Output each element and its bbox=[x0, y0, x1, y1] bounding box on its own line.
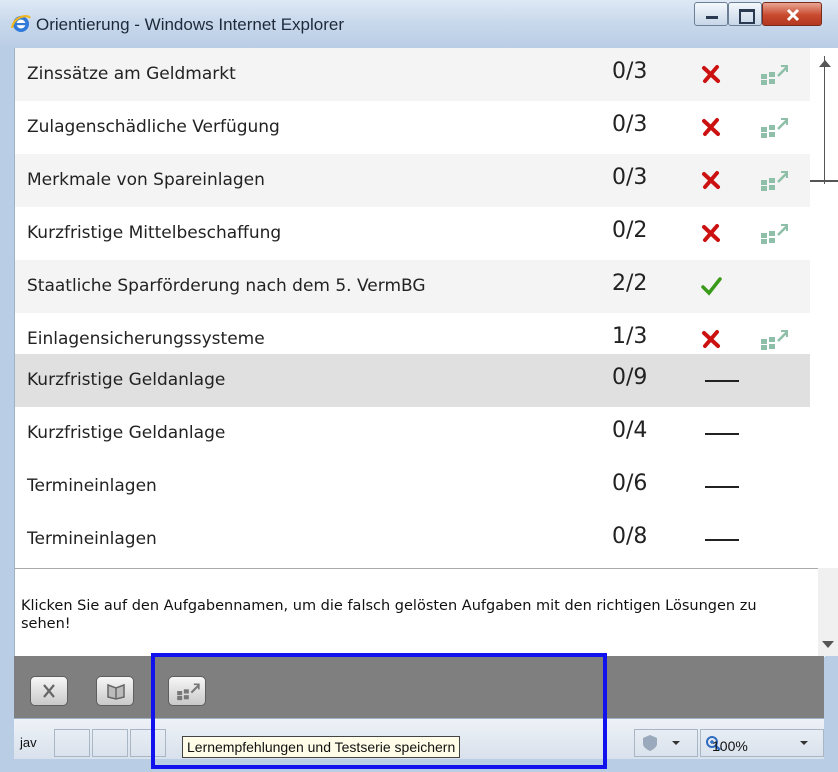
wrong-icon bbox=[702, 330, 720, 348]
close-icon bbox=[786, 8, 800, 22]
task-score: 0/3 bbox=[612, 59, 648, 84]
result-row[interactable]: Kurzfristige Geldanlage 0/9 bbox=[15, 354, 811, 407]
chevron-down-icon bbox=[672, 741, 680, 745]
task-name[interactable]: Kurzfristige Geldanlage bbox=[27, 370, 225, 390]
minimize-button[interactable] bbox=[694, 2, 728, 26]
results-scrollbar[interactable] bbox=[810, 48, 838, 568]
wrong-icon bbox=[702, 224, 720, 242]
task-name[interactable]: Staatliche Sparförderung nach dem 5. Ver… bbox=[27, 276, 426, 296]
scroll-thumb[interactable] bbox=[810, 180, 838, 182]
result-row[interactable]: Kurzfristige Mittelbeschaffung 0/2 bbox=[15, 207, 811, 260]
save-recommendation-button[interactable] bbox=[168, 676, 206, 706]
internet-explorer-icon bbox=[10, 15, 31, 32]
recommendation-icon[interactable] bbox=[759, 62, 789, 86]
result-row[interactable]: Termineinlagen 0/8 bbox=[15, 513, 811, 566]
zoom-level[interactable]: 100% bbox=[712, 738, 748, 754]
status-panel bbox=[130, 729, 166, 757]
result-row[interactable]: Staatliche Sparförderung nach dem 5. Ver… bbox=[15, 260, 811, 313]
recommendation-icon[interactable] bbox=[759, 115, 789, 139]
result-row[interactable]: Kurzfristige Geldanlage 0/4 bbox=[15, 407, 811, 460]
close-icon bbox=[43, 684, 55, 698]
maximize-button[interactable] bbox=[728, 2, 762, 26]
security-zone-panel[interactable] bbox=[634, 729, 698, 757]
wrong-icon bbox=[702, 118, 720, 136]
title-bar: Orientierung - Windows Internet Explorer bbox=[0, 0, 838, 49]
recommendation-icon[interactable] bbox=[759, 168, 789, 192]
task-score: 1/3 bbox=[612, 324, 648, 349]
recommendation-icon bbox=[177, 683, 200, 701]
status-panel bbox=[54, 729, 90, 757]
task-name[interactable]: Merkmale von Spareinlagen bbox=[27, 170, 265, 190]
result-row[interactable]: Merkmale von Spareinlagen 0/3 bbox=[15, 154, 811, 207]
info-scrollbar[interactable] bbox=[818, 568, 838, 656]
results-list: Zinssätze am Geldmarkt 0/3 Zulagenschädl… bbox=[14, 48, 825, 568]
info-text: Klicken Sie auf den Aufgabennamen, um di… bbox=[21, 598, 757, 632]
action-toolbar bbox=[14, 656, 824, 718]
task-name[interactable]: Termineinlagen bbox=[27, 529, 157, 549]
status-text: jav bbox=[20, 735, 37, 750]
task-score: 0/8 bbox=[612, 524, 648, 549]
task-name[interactable]: Termineinlagen bbox=[27, 476, 157, 496]
book-icon bbox=[107, 683, 125, 700]
scroll-up-arrow-icon[interactable] bbox=[818, 58, 832, 68]
task-score: 0/3 bbox=[612, 165, 648, 190]
dash-icon bbox=[705, 433, 739, 435]
close-window-button[interactable] bbox=[762, 2, 822, 26]
wrong-icon bbox=[702, 171, 720, 189]
task-score: 0/9 bbox=[612, 365, 648, 390]
task-score: 0/4 bbox=[612, 418, 648, 443]
task-name[interactable]: Zinssätze am Geldmarkt bbox=[27, 64, 236, 84]
dash-icon bbox=[705, 539, 739, 541]
dash-icon bbox=[705, 380, 739, 382]
recommendation-icon[interactable] bbox=[759, 221, 789, 245]
recommendation-icon[interactable] bbox=[759, 327, 789, 351]
task-score: 0/2 bbox=[612, 218, 648, 243]
chevron-down-icon bbox=[800, 741, 808, 745]
task-name[interactable]: Einlagensicherungssysteme bbox=[27, 329, 265, 349]
close-button[interactable] bbox=[30, 676, 68, 706]
tooltip: Lernempfehlungen und Testserie speichern bbox=[182, 736, 461, 758]
task-score: 0/3 bbox=[612, 112, 648, 137]
result-row[interactable]: Termineinlagen 0/6 bbox=[15, 460, 811, 513]
check-icon bbox=[701, 277, 722, 296]
window-title: Orientierung - Windows Internet Explorer bbox=[36, 15, 345, 34]
scroll-down-arrow-icon[interactable] bbox=[821, 640, 835, 650]
dash-icon bbox=[705, 486, 739, 488]
info-panel: Klicken Sie auf den Aufgabennamen, um di… bbox=[14, 568, 825, 657]
task-name[interactable]: Kurzfristige Geldanlage bbox=[27, 423, 225, 443]
security-zone-icon bbox=[643, 735, 657, 751]
task-score: 2/2 bbox=[612, 271, 648, 296]
result-row[interactable]: Zulagenschädliche Verfügung 0/3 bbox=[15, 101, 811, 154]
task-name[interactable]: Kurzfristige Mittelbeschaffung bbox=[27, 223, 281, 243]
task-score: 0/6 bbox=[612, 471, 648, 496]
wrong-icon bbox=[702, 65, 720, 83]
status-panel bbox=[92, 729, 128, 757]
task-name[interactable]: Zulagenschädliche Verfügung bbox=[27, 117, 280, 137]
book-button[interactable] bbox=[96, 676, 134, 706]
scroll-track[interactable] bbox=[824, 56, 825, 184]
result-row[interactable]: Zinssätze am Geldmarkt 0/3 bbox=[15, 48, 811, 101]
